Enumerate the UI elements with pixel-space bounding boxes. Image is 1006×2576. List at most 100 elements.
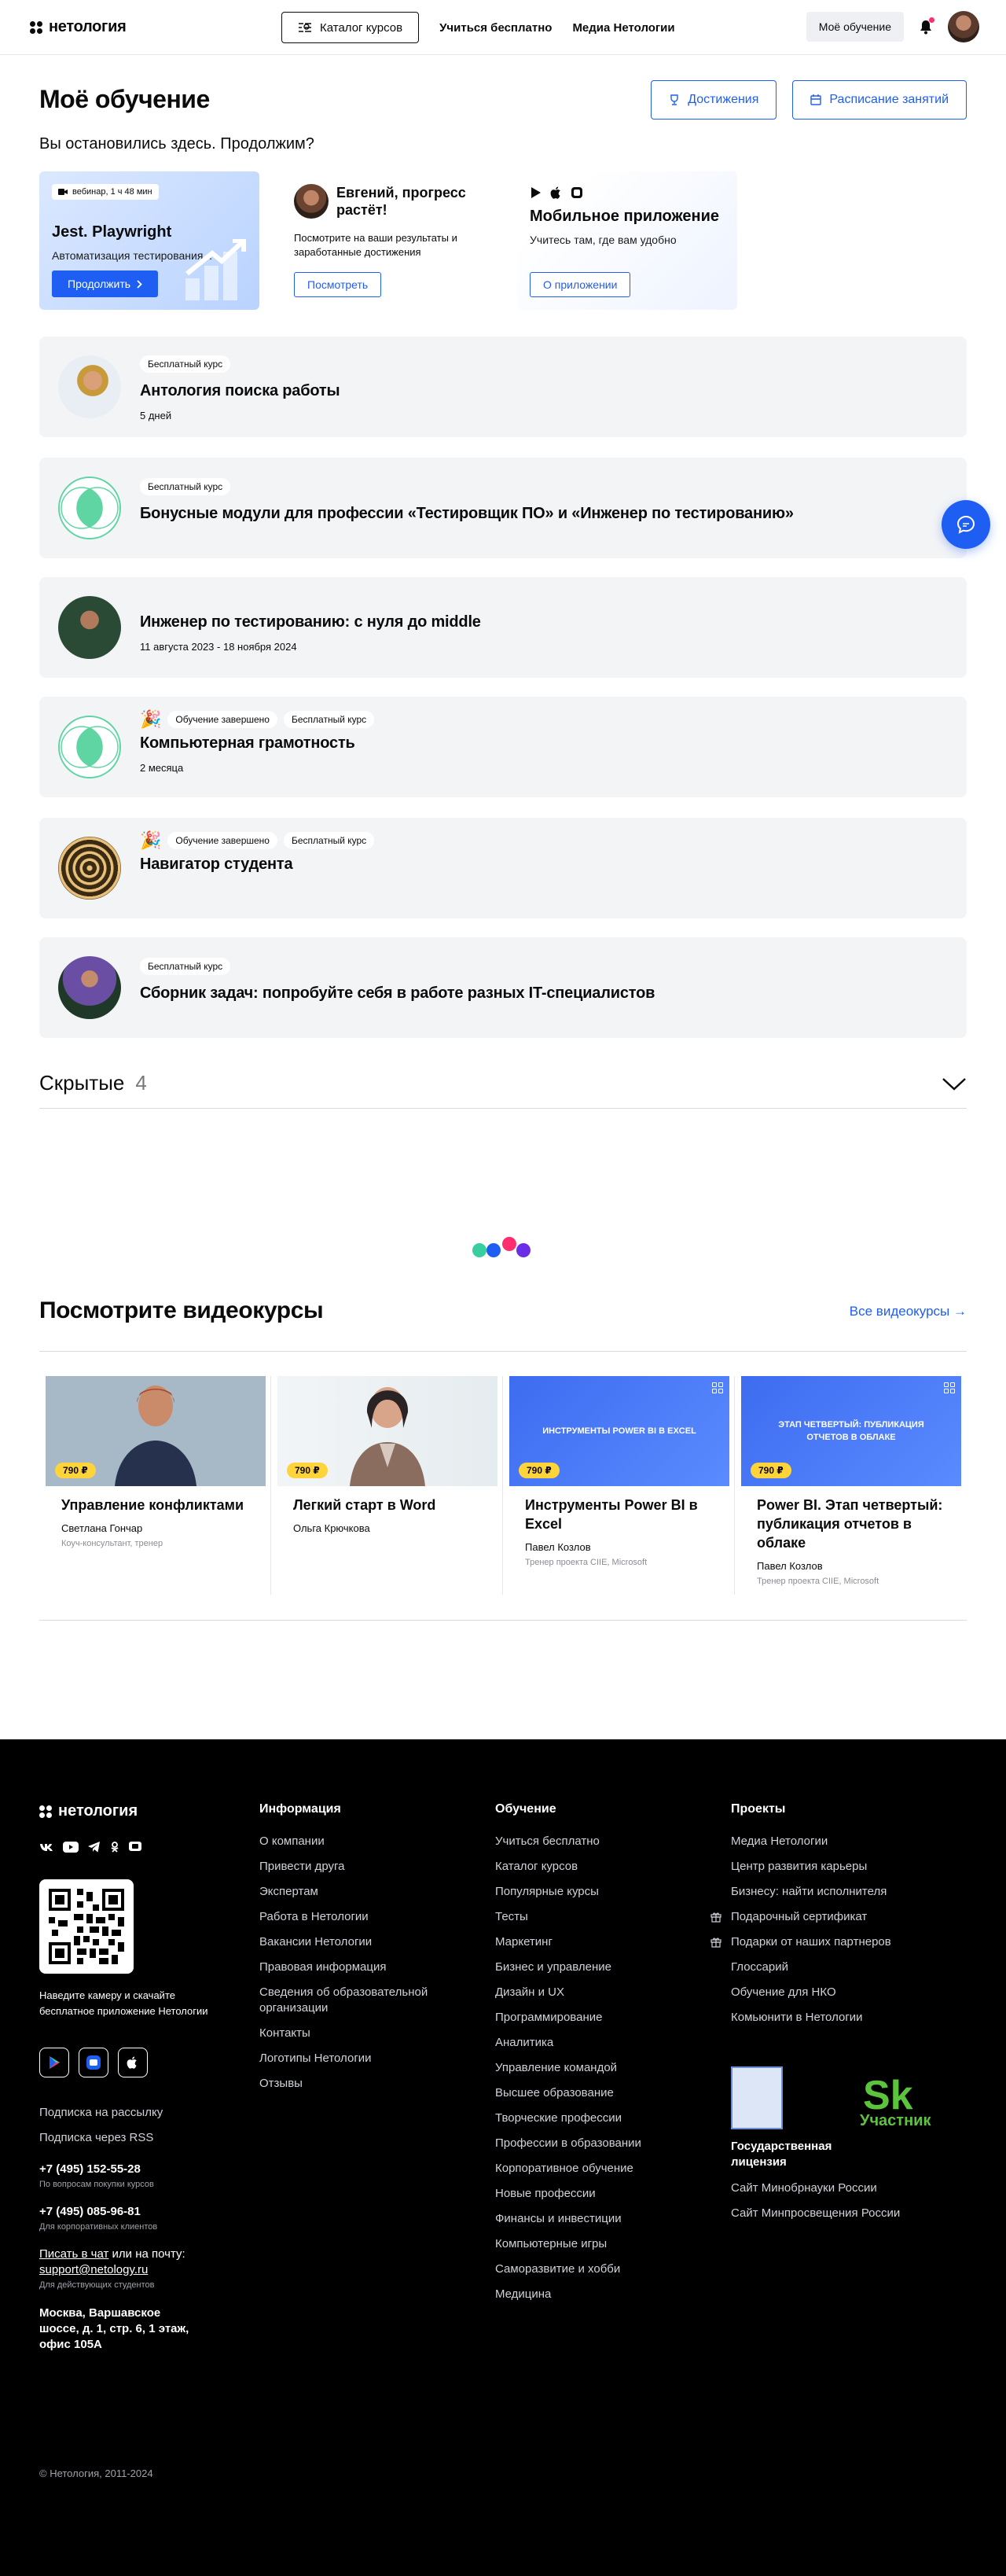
license-document-image[interactable] <box>731 2066 783 2129</box>
course-tag: Бесплатный курс <box>140 478 231 495</box>
video-course-card[interactable]: 790 ₽ Управление конфликтами Светлана Го… <box>46 1376 266 1596</box>
footer-link[interactable]: Корпоративное обучение <box>495 2161 699 2177</box>
progress-card[interactable]: Евгений, прогресс растёт! Посмотрите на … <box>281 171 501 310</box>
footer-link[interactable]: О компании <box>259 1834 472 1849</box>
minpros-link[interactable]: Сайт Минпросвещения России <box>731 2206 900 2220</box>
footer-link[interactable]: Комьюнити в Нетологии <box>731 2010 970 2026</box>
course-card[interactable]: Бесплатный курс Бонусные модули для проф… <box>39 458 967 558</box>
minobr-link[interactable]: Сайт Минобрнауки России <box>731 2181 877 2195</box>
footer-link[interactable]: Экспертам <box>259 1884 472 1900</box>
footer-link[interactable]: Сведения об образовательной организации <box>259 1985 472 2016</box>
footer-logo[interactable]: нетология <box>39 1802 138 1820</box>
footer-link[interactable]: Вакансии Нетологии <box>259 1934 472 1950</box>
vk-icon[interactable] <box>39 1842 53 1853</box>
course-card[interactable]: Бесплатный курс Антология поиска работы … <box>39 337 967 437</box>
user-avatar[interactable] <box>948 11 979 42</box>
google-play-link[interactable] <box>39 2048 69 2077</box>
appgallery-link[interactable] <box>79 2048 108 2077</box>
logo[interactable]: нетология <box>30 18 127 36</box>
footer-link[interactable]: Учиться бесплатно <box>495 1834 699 1849</box>
telegram-icon[interactable] <box>88 1842 101 1853</box>
newsletter-link[interactable]: Подписка на рассылку <box>39 2106 163 2119</box>
footer-link[interactable]: Дизайн и UX <box>495 1985 699 2000</box>
view-progress-button[interactable]: Посмотреть <box>294 272 382 297</box>
nav-media[interactable]: Медиа Нетологии <box>572 21 674 35</box>
about-app-button[interactable]: О приложении <box>530 272 631 297</box>
footer-projects-title: Проекты <box>731 1802 786 1816</box>
footer-link[interactable]: Привести друга <box>259 1859 472 1875</box>
odnoklassniki-icon[interactable] <box>110 1842 119 1853</box>
apple-icon <box>127 2056 137 2069</box>
course-tag: Бесплатный курс <box>140 958 231 975</box>
footer-link[interactable]: Обучение для НКО <box>731 1985 970 2000</box>
achievements-button[interactable]: Достижения <box>651 80 777 120</box>
license-label[interactable]: Государственная лицензия <box>731 2139 849 2170</box>
video-author: Павел Козлов <box>525 1541 591 1553</box>
footer-link[interactable]: Бизнес и управление <box>495 1960 699 1975</box>
footer-link[interactable]: Профессии в образовании <box>495 2136 699 2151</box>
continue-button[interactable]: Продолжить <box>52 270 159 297</box>
footer-link-gift[interactable]: Подарки от наших партнеров <box>710 1934 970 1950</box>
youtube-icon[interactable] <box>63 1842 79 1853</box>
footer-link[interactable]: Отзывы <box>259 2076 472 2092</box>
dzen-icon[interactable] <box>129 1842 141 1853</box>
footer-link[interactable]: Работа в Нетологии <box>259 1909 472 1925</box>
phone-corporate[interactable]: +7 (495) 085-96-81 <box>39 2205 141 2218</box>
video-thumbnail-text: ИНСТРУМЕНТЫ POWER BI В EXCEL <box>542 1426 696 1436</box>
all-videos-link[interactable]: Все видеокурсы → <box>850 1304 967 1319</box>
notification-dot <box>929 17 934 23</box>
video-course-card[interactable]: 790 ₽ Легкий старт в Word Ольга Крючкова <box>277 1376 497 1596</box>
video-title: Power BI. Этап четвертый: публикация отч… <box>757 1497 943 1551</box>
support-email-link[interactable]: support@netology.ru <box>39 2263 148 2276</box>
course-card[interactable]: Бесплатный курс Сборник задач: попробуйт… <box>39 937 967 1038</box>
my-learning-button[interactable]: Моё обучение <box>806 12 904 42</box>
continue-webinar-card[interactable]: вебинар, 1 ч 48 мин Jest. Playwright Авт… <box>39 171 259 310</box>
footer-link[interactable]: Контакты <box>259 2026 472 2041</box>
footer-link[interactable]: Новые профессии <box>495 2186 699 2202</box>
video-course-card[interactable]: ИНСТРУМЕНТЫ POWER BI В EXCEL 790 ₽ Инстр… <box>509 1376 729 1596</box>
hidden-courses-toggle[interactable]: Скрытые 4 <box>39 1058 967 1109</box>
course-info: Бесплатный курс Сборник задач: попробуйт… <box>140 958 655 1003</box>
footer-link[interactable]: Бизнесу: найти исполнителя <box>731 1884 970 1900</box>
chat-link[interactable]: Писать в чат <box>39 2247 108 2261</box>
phone-sales[interactable]: +7 (495) 152-55-28 <box>39 2162 141 2176</box>
footer-link[interactable]: Управление командой <box>495 2060 699 2076</box>
footer-link[interactable]: Программирование <box>495 2010 699 2026</box>
logo-text: нетология <box>49 18 127 35</box>
progress-card-head: Евгений, прогресс растёт! <box>294 184 489 219</box>
footer-link[interactable]: Медицина <box>495 2287 699 2302</box>
footer-link[interactable]: Тесты <box>495 1909 699 1925</box>
course-card[interactable]: 🎉 Обучение завершено Бесплатный курс Нав… <box>39 818 967 918</box>
circles-logo-icon <box>61 726 119 768</box>
schedule-button[interactable]: Расписание занятий <box>792 80 967 120</box>
footer-link[interactable]: Финансы и инвестиции <box>495 2211 699 2227</box>
footer-link[interactable]: Центр развития карьеры <box>731 1859 970 1875</box>
footer-link[interactable]: Творческие профессии <box>495 2110 699 2126</box>
footer-link[interactable]: Каталог курсов <box>495 1859 699 1875</box>
rss-link[interactable]: Подписка через RSS <box>39 2131 153 2144</box>
footer-link[interactable]: Логотипы Нетологии <box>259 2051 472 2066</box>
catalog-button[interactable]: Каталог курсов <box>281 12 420 43</box>
mobile-app-card[interactable]: Мобильное приложение Учитесь там, где ва… <box>517 171 737 310</box>
main-nav: Каталог курсов Учиться бесплатно Медиа Н… <box>281 12 675 43</box>
footer-link[interactable]: Саморазвитие и хобби <box>495 2261 699 2277</box>
footer-link[interactable]: Правовая информация <box>259 1960 472 1975</box>
footer-link[interactable]: Глоссарий <box>731 1960 970 1975</box>
phone-corporate-note: Для корпоративных клиентов <box>39 2222 158 2232</box>
footer-link[interactable]: Компьютерные игры <box>495 2236 699 2252</box>
app-store-link[interactable] <box>118 2048 148 2077</box>
footer-link[interactable]: Высшее образование <box>495 2085 699 2101</box>
footer-link[interactable]: Аналитика <box>495 2035 699 2051</box>
footer-link[interactable]: Популярные курсы <box>495 1884 699 1900</box>
chat-button[interactable] <box>942 500 990 549</box>
nav-learn-free[interactable]: Учиться бесплатно <box>439 21 552 35</box>
course-card[interactable]: 🎉 Обучение завершено Бесплатный курс Ком… <box>39 697 967 797</box>
course-title: Компьютерная грамотность <box>140 734 355 752</box>
footer-link[interactable]: Маркетинг <box>495 1934 699 1950</box>
course-card[interactable]: Инженер по тестированию: с нуля до middl… <box>39 577 967 678</box>
bell-icon[interactable] <box>916 17 935 36</box>
footer-link[interactable]: Медиа Нетологии <box>731 1834 970 1849</box>
footer-link-gift[interactable]: Подарочный сертификат <box>710 1909 970 1925</box>
video-course-card[interactable]: ЭТАП ЧЕТВЕРТЫЙ: ПУБЛИКАЦИЯ ОТЧЕТОВ В ОБЛ… <box>741 1376 961 1596</box>
video-thumbnail: 790 ₽ <box>277 1376 497 1486</box>
